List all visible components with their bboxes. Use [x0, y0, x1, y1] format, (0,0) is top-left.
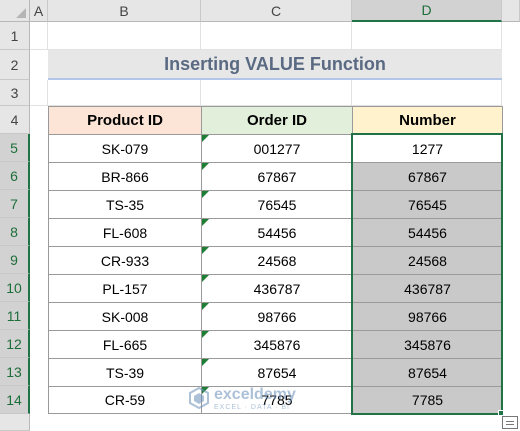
watermark-name: exceldemy — [214, 385, 296, 403]
empty-cell[interactable] — [30, 22, 48, 50]
order-id-value: 98766 — [257, 308, 297, 325]
error-indicator-icon[interactable] — [202, 219, 209, 226]
number-cell[interactable]: 7785 — [352, 386, 503, 414]
product-id-cell[interactable]: PL-157 — [48, 274, 202, 303]
empty-cell[interactable] — [201, 80, 352, 106]
product-id-cell[interactable]: SK-008 — [48, 302, 202, 331]
error-indicator-icon[interactable] — [202, 163, 209, 170]
column-header-c[interactable]: C — [201, 0, 352, 22]
row-header-2[interactable]: 2 — [0, 50, 30, 80]
product-id-cell[interactable]: FL-608 — [48, 218, 202, 247]
number-cell[interactable]: 345876 — [352, 330, 503, 359]
order-id-value: 436787 — [253, 280, 301, 297]
order-id-cell[interactable]: 98766 — [201, 302, 353, 331]
row-header-3[interactable]: 3 — [0, 80, 30, 106]
exceldemy-logo-icon — [189, 387, 209, 409]
order-id-cell[interactable]: 87654 — [201, 358, 353, 387]
select-all-corner[interactable] — [0, 0, 30, 22]
empty-cell[interactable] — [352, 22, 502, 50]
product-id-cell[interactable]: SK-079 — [48, 134, 202, 163]
row-header-11[interactable]: 11 — [0, 302, 30, 330]
error-indicator-icon[interactable] — [202, 275, 209, 282]
error-indicator-icon[interactable] — [202, 331, 209, 338]
number-cell[interactable]: 87654 — [352, 358, 503, 387]
number-cell[interactable]: 98766 — [352, 302, 503, 331]
header-number: Number — [352, 106, 503, 135]
product-id-cell[interactable]: CR-59 — [48, 386, 202, 414]
row-header-8[interactable]: 8 — [0, 218, 30, 246]
column-header-b[interactable]: B — [48, 0, 201, 22]
error-indicator-icon[interactable] — [202, 135, 209, 142]
empty-cell[interactable] — [30, 80, 48, 106]
select-all-triangle-icon — [16, 8, 26, 18]
row-header-1[interactable]: 1 — [0, 22, 30, 50]
empty-cell[interactable] — [48, 22, 201, 50]
empty-cell[interactable] — [48, 80, 201, 106]
product-id-cell[interactable]: CR-933 — [48, 246, 202, 275]
header-order-id: Order ID — [201, 106, 353, 135]
row-header-14[interactable]: 14 — [0, 386, 30, 414]
empty-cell[interactable] — [201, 22, 352, 50]
order-id-value: 87654 — [257, 364, 297, 381]
order-id-cell[interactable]: 345876 — [201, 330, 353, 359]
number-cell[interactable]: 24568 — [352, 246, 503, 275]
order-id-cell[interactable]: 76545 — [201, 190, 353, 219]
row-header-15[interactable] — [0, 414, 30, 431]
error-indicator-icon[interactable] — [202, 191, 209, 198]
order-id-cell[interactable]: 67867 — [201, 162, 353, 191]
exceldemy-watermark: exceldemy EXCEL · DATA · BI — [188, 384, 296, 412]
number-cell[interactable]: 1277 — [352, 134, 503, 163]
error-indicator-icon[interactable] — [202, 303, 209, 310]
watermark-tagline: EXCEL · DATA · BI — [214, 403, 290, 411]
row-header-10[interactable]: 10 — [0, 274, 30, 302]
paste-options-icon[interactable] — [502, 416, 518, 429]
error-indicator-icon[interactable] — [202, 359, 209, 366]
header-product-id: Product ID — [48, 106, 202, 135]
number-cell[interactable]: 67867 — [352, 162, 503, 191]
number-cell[interactable]: 436787 — [352, 274, 503, 303]
sheet-title: Inserting VALUE Function — [48, 50, 502, 80]
order-id-cell[interactable]: 436787 — [201, 274, 353, 303]
product-id-cell[interactable]: BR-866 — [48, 162, 202, 191]
column-header-e[interactable] — [502, 0, 520, 22]
row-header-6[interactable]: 6 — [0, 162, 30, 190]
row-header-9[interactable]: 9 — [0, 246, 30, 274]
product-id-cell[interactable]: TS-35 — [48, 190, 202, 219]
order-id-value: 001277 — [253, 140, 301, 157]
order-id-cell[interactable]: 54456 — [201, 218, 353, 247]
row-header-13[interactable]: 13 — [0, 358, 30, 386]
row-header-4[interactable]: 4 — [0, 106, 30, 134]
product-id-cell[interactable]: TS-39 — [48, 358, 202, 387]
product-id-cell[interactable]: FL-665 — [48, 330, 202, 359]
order-id-value: 76545 — [257, 196, 297, 213]
row-header-12[interactable]: 12 — [0, 330, 30, 358]
order-id-value: 67867 — [257, 168, 297, 185]
number-cell[interactable]: 76545 — [352, 190, 503, 219]
column-header-d[interactable]: D — [352, 0, 502, 22]
row-header-5[interactable]: 5 — [0, 134, 30, 162]
order-id-value: 24568 — [257, 252, 297, 269]
order-id-value: 54456 — [257, 224, 297, 241]
row-header-7[interactable]: 7 — [0, 190, 30, 218]
order-id-cell[interactable]: 24568 — [201, 246, 353, 275]
number-cell[interactable]: 54456 — [352, 218, 503, 247]
order-id-cell[interactable]: 001277 — [201, 134, 353, 163]
empty-cell[interactable] — [352, 80, 502, 106]
column-header-a[interactable]: A — [30, 0, 48, 22]
order-id-value: 345876 — [253, 336, 301, 353]
error-indicator-icon[interactable] — [202, 247, 209, 254]
